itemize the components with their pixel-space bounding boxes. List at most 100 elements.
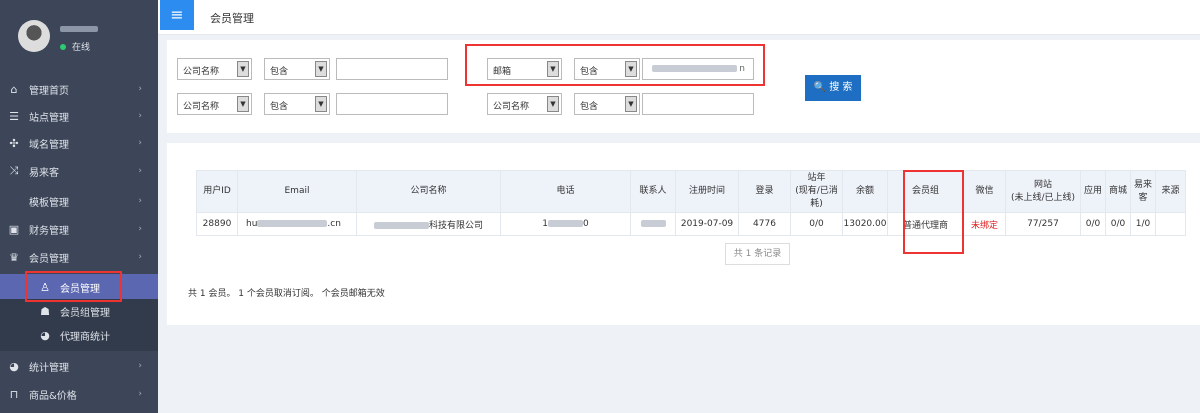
cell-contact xyxy=(630,212,676,236)
chevron-right-icon: › xyxy=(138,389,142,399)
sidebar-item-label: 站点管理 xyxy=(29,112,69,124)
dropdown-arrow-icon: ▼ xyxy=(237,61,249,77)
filter-value-input[interactable] xyxy=(336,93,448,115)
sidebar-item-label: 商品&价格 xyxy=(29,390,77,402)
cell-group: 普通代理商 xyxy=(887,212,964,236)
sidebar-bottom-item-0[interactable]: ◕ 统计管理 › xyxy=(0,352,158,380)
filter-value-input[interactable]: n xyxy=(642,58,754,80)
sidebar-item-0[interactable]: ⌂ 管理首页 › xyxy=(0,75,158,103)
member-summary: 共 1 会员。 1 个会员取消订阅。 个会员邮箱无效 xyxy=(188,289,385,299)
column-header: 登录 xyxy=(738,170,791,213)
cell-email[interactable]: hu .cn xyxy=(237,212,357,236)
chevron-right-icon: › xyxy=(138,361,142,371)
menu-toggle-button[interactable]: ≡ xyxy=(160,0,194,30)
field-select[interactable]: 公司名称 ▼ xyxy=(177,58,252,80)
home-icon: ⌂ xyxy=(10,82,18,96)
field-select[interactable]: 邮箱 ▼ xyxy=(487,58,562,80)
submenu-item-2[interactable]: ◕ 代理商统计 xyxy=(0,323,158,347)
column-header: 联系人 xyxy=(630,170,676,213)
filter-panel: 公司名称 ▼ 包含 ▼ 邮箱 ▼ 包含 ▼ n 公司名称 ▼ 包含 ▼ 公司名称 ▼ 包含 ▼ 🔍 搜 索 xyxy=(167,40,1200,133)
sidebar-item-1[interactable]: ☰ 站点管理 › xyxy=(0,102,158,130)
filter-value-input[interactable] xyxy=(336,58,448,80)
dropdown-arrow-icon: ▼ xyxy=(237,96,249,112)
column-header: 用户ID xyxy=(196,170,238,213)
cell-balance: 13020.00 xyxy=(842,212,888,236)
operator-select[interactable]: 包含 ▼ xyxy=(264,58,330,80)
sidebar-item-label: 财务管理 xyxy=(29,225,69,237)
table-row[interactable]: 28890 hu .cn 科技有限公司 10 2019-07-09 4776 0/… xyxy=(196,212,1186,236)
operator-select[interactable]: 包含 ▼ xyxy=(574,58,640,80)
sidebar-item-3[interactable]: ⤨ 易来客 › xyxy=(0,157,158,185)
operator-select[interactable]: 包含 ▼ xyxy=(264,93,330,115)
field-select[interactable]: 公司名称 ▼ xyxy=(487,93,562,115)
cell-source xyxy=(1155,212,1186,236)
crown-icon: ♛ xyxy=(9,250,19,264)
chevron-right-icon: › xyxy=(138,111,142,121)
cell-login: 4776 xyxy=(738,212,791,236)
chevron-right-icon: › xyxy=(138,138,142,148)
chevron-right-icon: › xyxy=(138,84,142,94)
sidebar-bottom-item-1[interactable]: ⊓ 商品&价格 › xyxy=(0,380,158,408)
sidebar-item-label: 会员管理 xyxy=(29,253,69,265)
dropdown-arrow-icon: ▼ xyxy=(315,61,327,77)
menu-icon: ◕ xyxy=(9,359,19,373)
submenu-icon: ◕ xyxy=(40,328,50,342)
submenu-icon: ☗ xyxy=(40,304,50,318)
submenu-icon: ♙ xyxy=(40,280,50,294)
submenu-label: 代理商统计 xyxy=(60,331,110,343)
submenu-item-0[interactable]: ♙ 会员管理 xyxy=(0,274,158,300)
dropdown-arrow-icon: ▼ xyxy=(315,96,327,112)
wallet-icon: ▣ xyxy=(8,222,20,236)
username-blurred xyxy=(60,26,98,32)
sidebar-item-label: 统计管理 xyxy=(29,362,69,374)
cell-wechat[interactable]: 未绑定 xyxy=(963,212,1006,236)
column-header: 电话 xyxy=(500,170,631,213)
status-label: 在线 xyxy=(72,43,91,53)
sidebar-item-label: 易来客 xyxy=(29,167,59,179)
column-header: 商城 xyxy=(1105,170,1131,213)
pagination-info: 共 1 条记录 xyxy=(725,243,790,265)
dropdown-arrow-icon: ▼ xyxy=(547,96,559,112)
menu-icon: ⊓ xyxy=(9,387,19,401)
online-status: 在线 xyxy=(60,40,90,53)
database-icon: ☰ xyxy=(9,109,19,123)
sidebar-item-4[interactable]: 模板管理 › xyxy=(0,187,158,215)
shuffle-icon: ⤨ xyxy=(9,164,19,177)
online-dot-icon xyxy=(60,44,66,50)
cell-app: 0/0 xyxy=(1080,212,1106,236)
page-title: 会员管理 xyxy=(210,12,254,25)
move-icon: ✣ xyxy=(9,136,19,150)
search-button[interactable]: 🔍 搜 索 xyxy=(805,75,861,101)
chevron-right-icon: › xyxy=(138,252,142,262)
cell-mall: 0/0 xyxy=(1105,212,1131,236)
dropdown-arrow-icon: ▼ xyxy=(625,61,637,77)
column-header: 易来客 xyxy=(1130,170,1156,213)
field-select[interactable]: 公司名称 ▼ xyxy=(177,93,252,115)
chevron-right-icon: › xyxy=(138,196,142,206)
submenu-item-1[interactable]: ☗ 会员组管理 xyxy=(0,299,158,323)
sidebar-item-2[interactable]: ✣ 域名管理 › xyxy=(0,129,158,157)
dropdown-arrow-icon: ▼ xyxy=(625,96,637,112)
sidebar-item-label: 管理首页 xyxy=(29,85,69,97)
chevron-right-icon: › xyxy=(138,224,142,234)
sidebar-item-6[interactable]: ♛ 会员管理 › xyxy=(0,243,158,271)
cell-id: 28890 xyxy=(196,212,238,236)
sidebar-item-label: 模板管理 xyxy=(29,197,69,209)
column-header: 注册时间 xyxy=(675,170,739,213)
column-header: 会员组 xyxy=(887,170,964,213)
filter-value-input[interactable] xyxy=(642,93,754,115)
cell-phone: 10 xyxy=(500,212,631,236)
column-header: 站年 (现有/已消耗) xyxy=(790,170,843,213)
dropdown-arrow-icon: ▼ xyxy=(547,61,559,77)
sidebar-item-5[interactable]: ▣ 财务管理 › xyxy=(0,215,158,243)
members-table: 用户ID Email 公司名称 电话 联系人 注册时间 登录 站年 (现有/已消耗) 余额 会员组… xyxy=(196,170,1186,236)
sidebar: 在线 ⌂ 管理首页 › ☰ 站点管理 › ✣ 域名管理 › ⤨ 易来客 › 模板管理 › ▣ 财务管理 › ♛ 会员… xyxy=(0,0,158,413)
chevron-right-icon: › xyxy=(138,166,142,176)
column-header: 来源 xyxy=(1155,170,1186,213)
operator-select[interactable]: 包含 ▼ xyxy=(574,93,640,115)
column-header: 余额 xyxy=(842,170,888,213)
sidebar-item-label: 域名管理 xyxy=(29,139,69,151)
avatar xyxy=(18,20,50,52)
top-header: ≡ 会员管理 xyxy=(158,0,1200,35)
column-header: 应用 xyxy=(1080,170,1106,213)
